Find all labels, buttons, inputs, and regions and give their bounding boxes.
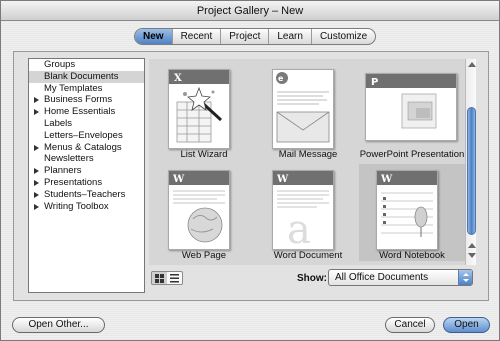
list-wizard-icon: X xyxy=(168,69,230,149)
show-filter-select[interactable]: All Office Documents xyxy=(328,269,473,286)
show-label: Show: xyxy=(297,273,327,284)
list-view-icon xyxy=(170,273,179,282)
category-label: Labels xyxy=(44,117,72,129)
icon-view-button[interactable] xyxy=(152,272,167,284)
tab-bar: New Recent Project Learn Customize xyxy=(134,28,377,45)
disclosure-triangle-icon[interactable] xyxy=(34,109,39,116)
category-home-essentials[interactable]: Home Essentials xyxy=(29,106,144,118)
category-label: My Templates xyxy=(44,82,103,94)
disclosure-triangle-icon[interactable] xyxy=(34,191,39,198)
svg-text:a: a xyxy=(287,207,311,249)
mail-message-icon: e xyxy=(272,69,334,149)
category-business-forms[interactable]: Business Forms xyxy=(29,94,144,106)
popup-arrows-icon xyxy=(458,270,472,285)
show-filter-value: All Office Documents xyxy=(335,272,429,283)
category-list[interactable]: Groups Blank Documents My Templates Busi… xyxy=(28,58,145,293)
svg-text:e: e xyxy=(278,74,284,83)
template-label: List Wizard xyxy=(180,149,228,160)
view-toggle xyxy=(151,271,183,285)
category-letters-envelopes[interactable]: Letters–Envelopes xyxy=(29,130,144,142)
category-students-teachers[interactable]: Students–Teachers xyxy=(29,189,144,201)
category-label: Blank Documents xyxy=(44,70,119,82)
grid-view-icon xyxy=(155,273,164,283)
category-presentations[interactable]: Presentations xyxy=(29,177,144,189)
scroll-up-arrow-icon[interactable] xyxy=(468,243,476,248)
svg-text:W: W xyxy=(380,174,393,185)
category-label: Menus & Catalogs xyxy=(44,141,122,153)
open-button[interactable]: Open xyxy=(443,317,490,333)
category-label: Planners xyxy=(44,165,82,177)
category-menus-catalogs[interactable]: Menus & Catalogs xyxy=(29,142,144,154)
category-blank-documents[interactable]: Blank Documents xyxy=(29,70,144,83)
template-label: Word Document xyxy=(273,250,343,261)
tab-customize[interactable]: Customize xyxy=(312,29,375,44)
template-list-wizard[interactable]: X List Wizard xyxy=(151,63,257,160)
powerpoint-icon: P xyxy=(365,73,457,141)
template-gallery: X List Wizard e Mail Message P PowerPoin… xyxy=(149,59,465,265)
category-planners[interactable]: Planners xyxy=(29,165,144,177)
scroll-up-arrow-icon[interactable] xyxy=(468,62,476,67)
category-writing-toolbox[interactable]: Writing Toolbox xyxy=(29,201,144,213)
web-page-icon: W xyxy=(168,170,230,250)
template-label: Web Page xyxy=(181,250,227,261)
template-label: Word Notebook xyxy=(379,250,445,261)
svg-text:X: X xyxy=(174,73,182,84)
category-label: Students–Teachers xyxy=(44,188,126,200)
template-mail-message[interactable]: e Mail Message xyxy=(255,63,361,160)
tab-recent[interactable]: Recent xyxy=(173,29,222,44)
category-labels[interactable]: Labels xyxy=(29,118,144,130)
category-label: Groups xyxy=(44,59,76,70)
disclosure-triangle-icon[interactable] xyxy=(34,168,39,175)
tab-learn[interactable]: Learn xyxy=(269,29,312,44)
word-document-icon: W a xyxy=(272,170,334,253)
template-label: Mail Message xyxy=(278,149,338,160)
disclosure-triangle-icon[interactable] xyxy=(34,97,39,104)
tab-new[interactable]: New xyxy=(135,29,173,44)
template-word-document[interactable]: W a Word Document xyxy=(255,164,361,261)
project-gallery-window: Project Gallery – New New Recent Project… xyxy=(0,0,500,341)
template-label: PowerPoint Presentation xyxy=(359,149,465,160)
gallery-scrollbar[interactable] xyxy=(465,59,476,265)
scroll-down-arrow-icon[interactable] xyxy=(468,253,476,258)
disclosure-triangle-icon[interactable] xyxy=(34,203,39,210)
category-label: Business Forms xyxy=(44,94,113,106)
category-label: Writing Toolbox xyxy=(44,200,109,212)
category-label: Home Essentials xyxy=(44,106,116,118)
cancel-button[interactable]: Cancel xyxy=(385,317,435,333)
category-label: Newsletters xyxy=(44,153,94,165)
disclosure-triangle-icon[interactable] xyxy=(34,179,39,186)
category-my-templates[interactable]: My Templates xyxy=(29,83,144,95)
template-powerpoint-presentation[interactable]: P PowerPoint Presentation xyxy=(359,63,465,160)
open-other-button[interactable]: Open Other... xyxy=(12,317,105,333)
template-web-page[interactable]: W Web Page xyxy=(151,164,257,261)
svg-text:W: W xyxy=(276,174,289,185)
svg-text:P: P xyxy=(371,77,378,88)
word-notebook-icon: W xyxy=(376,170,438,250)
category-newsletters[interactable]: Newsletters xyxy=(29,153,144,165)
window-title: Project Gallery – New xyxy=(196,5,304,17)
category-label: Presentations xyxy=(44,176,103,188)
svg-text:W: W xyxy=(172,174,185,185)
template-word-notebook[interactable]: W Word Notebook xyxy=(359,164,465,261)
category-label: Letters–Envelopes xyxy=(44,129,123,141)
list-view-button[interactable] xyxy=(167,272,182,284)
tab-project[interactable]: Project xyxy=(221,29,270,44)
scroll-thumb[interactable] xyxy=(467,107,476,235)
disclosure-triangle-icon[interactable] xyxy=(34,144,39,151)
category-header-groups: Groups xyxy=(29,59,144,71)
title-bar[interactable]: Project Gallery – New xyxy=(1,1,499,21)
